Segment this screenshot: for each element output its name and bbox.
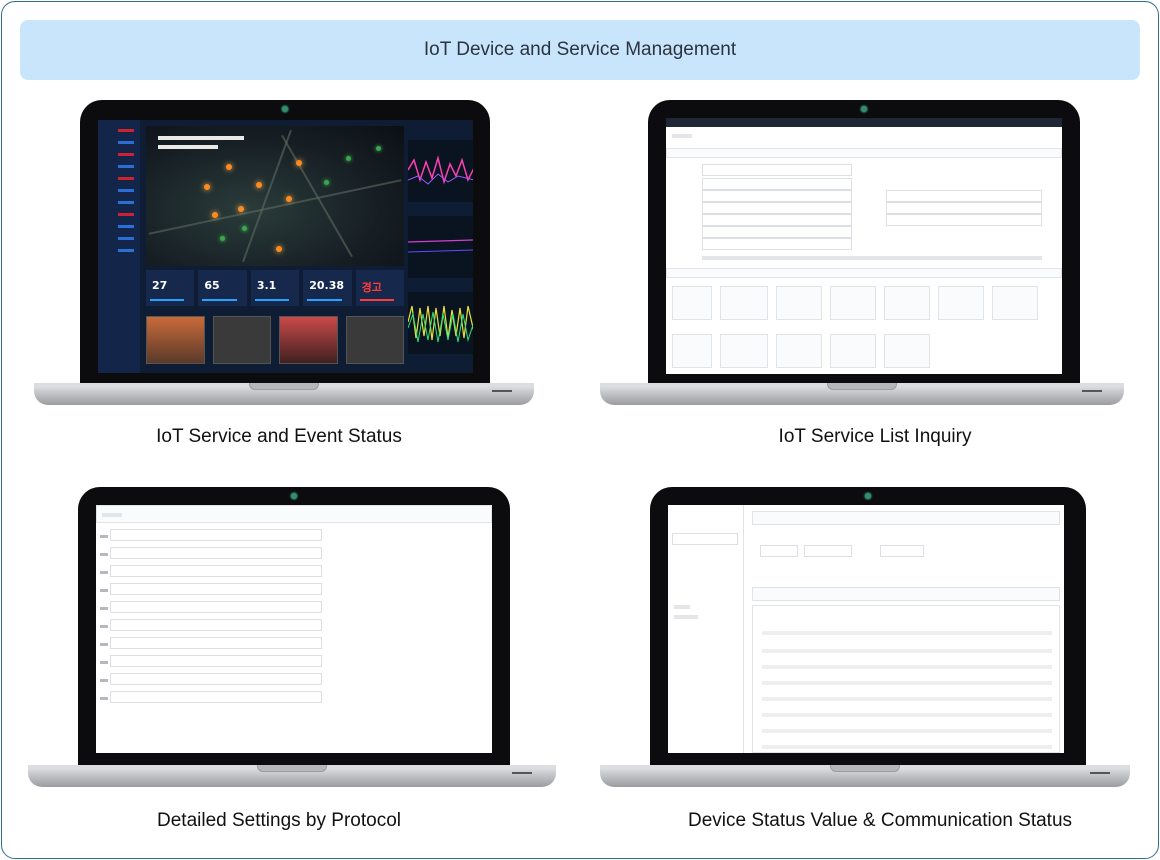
sensor-wave-chart: [408, 216, 473, 278]
panel-caption: Detailed Settings by Protocol: [157, 810, 401, 831]
dashboard-screen: 27 65 3.1 20.38 경고: [98, 120, 473, 373]
sensor-charts: [408, 126, 473, 366]
service-card[interactable]: [720, 286, 768, 320]
panel-caption: Device Status Value & Communication Stat…: [687, 810, 1073, 831]
device-status-screen: [668, 505, 1064, 753]
camera-icon: [291, 493, 297, 499]
service-card[interactable]: [672, 286, 712, 320]
kpi-card: 20.38: [303, 270, 352, 306]
event-image[interactable]: [212, 316, 271, 364]
kpi-row: 27 65 3.1 20.38 경고: [146, 270, 405, 306]
laptop-protocol-settings: [28, 487, 556, 790]
event-image[interactable]: [146, 316, 205, 364]
protocol-settings-screen: [96, 505, 492, 753]
service-card[interactable]: [776, 286, 822, 320]
camera-icon: [865, 493, 871, 499]
service-card[interactable]: [672, 334, 712, 368]
laptop-service-list: [600, 100, 1124, 410]
panel-caption: IoT Service and Event Status: [156, 426, 402, 447]
page-title: IoT Device and Service Management: [20, 20, 1140, 80]
laptop-base: [34, 383, 534, 405]
event-image[interactable]: [345, 316, 404, 364]
service-card[interactable]: [884, 334, 930, 368]
laptop-service-event-status: 27 65 3.1 20.38 경고: [34, 100, 534, 410]
service-card[interactable]: [830, 334, 876, 368]
kpi-card: 27: [146, 270, 195, 306]
sensor-wave-chart: [408, 140, 473, 202]
service-card[interactable]: [720, 334, 768, 368]
camera-icon: [861, 106, 867, 112]
kpi-card: 3.1: [250, 270, 300, 306]
service-list-screen: [666, 118, 1062, 374]
event-thumbnails: [146, 316, 404, 364]
service-card[interactable]: [830, 286, 876, 320]
sensor-wave-chart: [408, 292, 473, 354]
service-card[interactable]: [884, 286, 930, 320]
dashboard-sidebar: [98, 120, 140, 373]
kpi-card: 경고: [355, 270, 405, 306]
kpi-card: 65: [198, 270, 247, 306]
laptop-base: [28, 765, 556, 787]
laptop-base: [600, 765, 1130, 787]
camera-icon: [282, 106, 288, 112]
laptop-device-status: [600, 487, 1130, 790]
dashboard-map: [146, 126, 404, 266]
service-card[interactable]: [776, 334, 822, 368]
laptop-base: [600, 383, 1124, 405]
event-image[interactable]: [279, 316, 338, 364]
service-card[interactable]: [992, 286, 1038, 320]
service-card[interactable]: [938, 286, 984, 320]
panel-caption: IoT Service List Inquiry: [778, 426, 972, 447]
